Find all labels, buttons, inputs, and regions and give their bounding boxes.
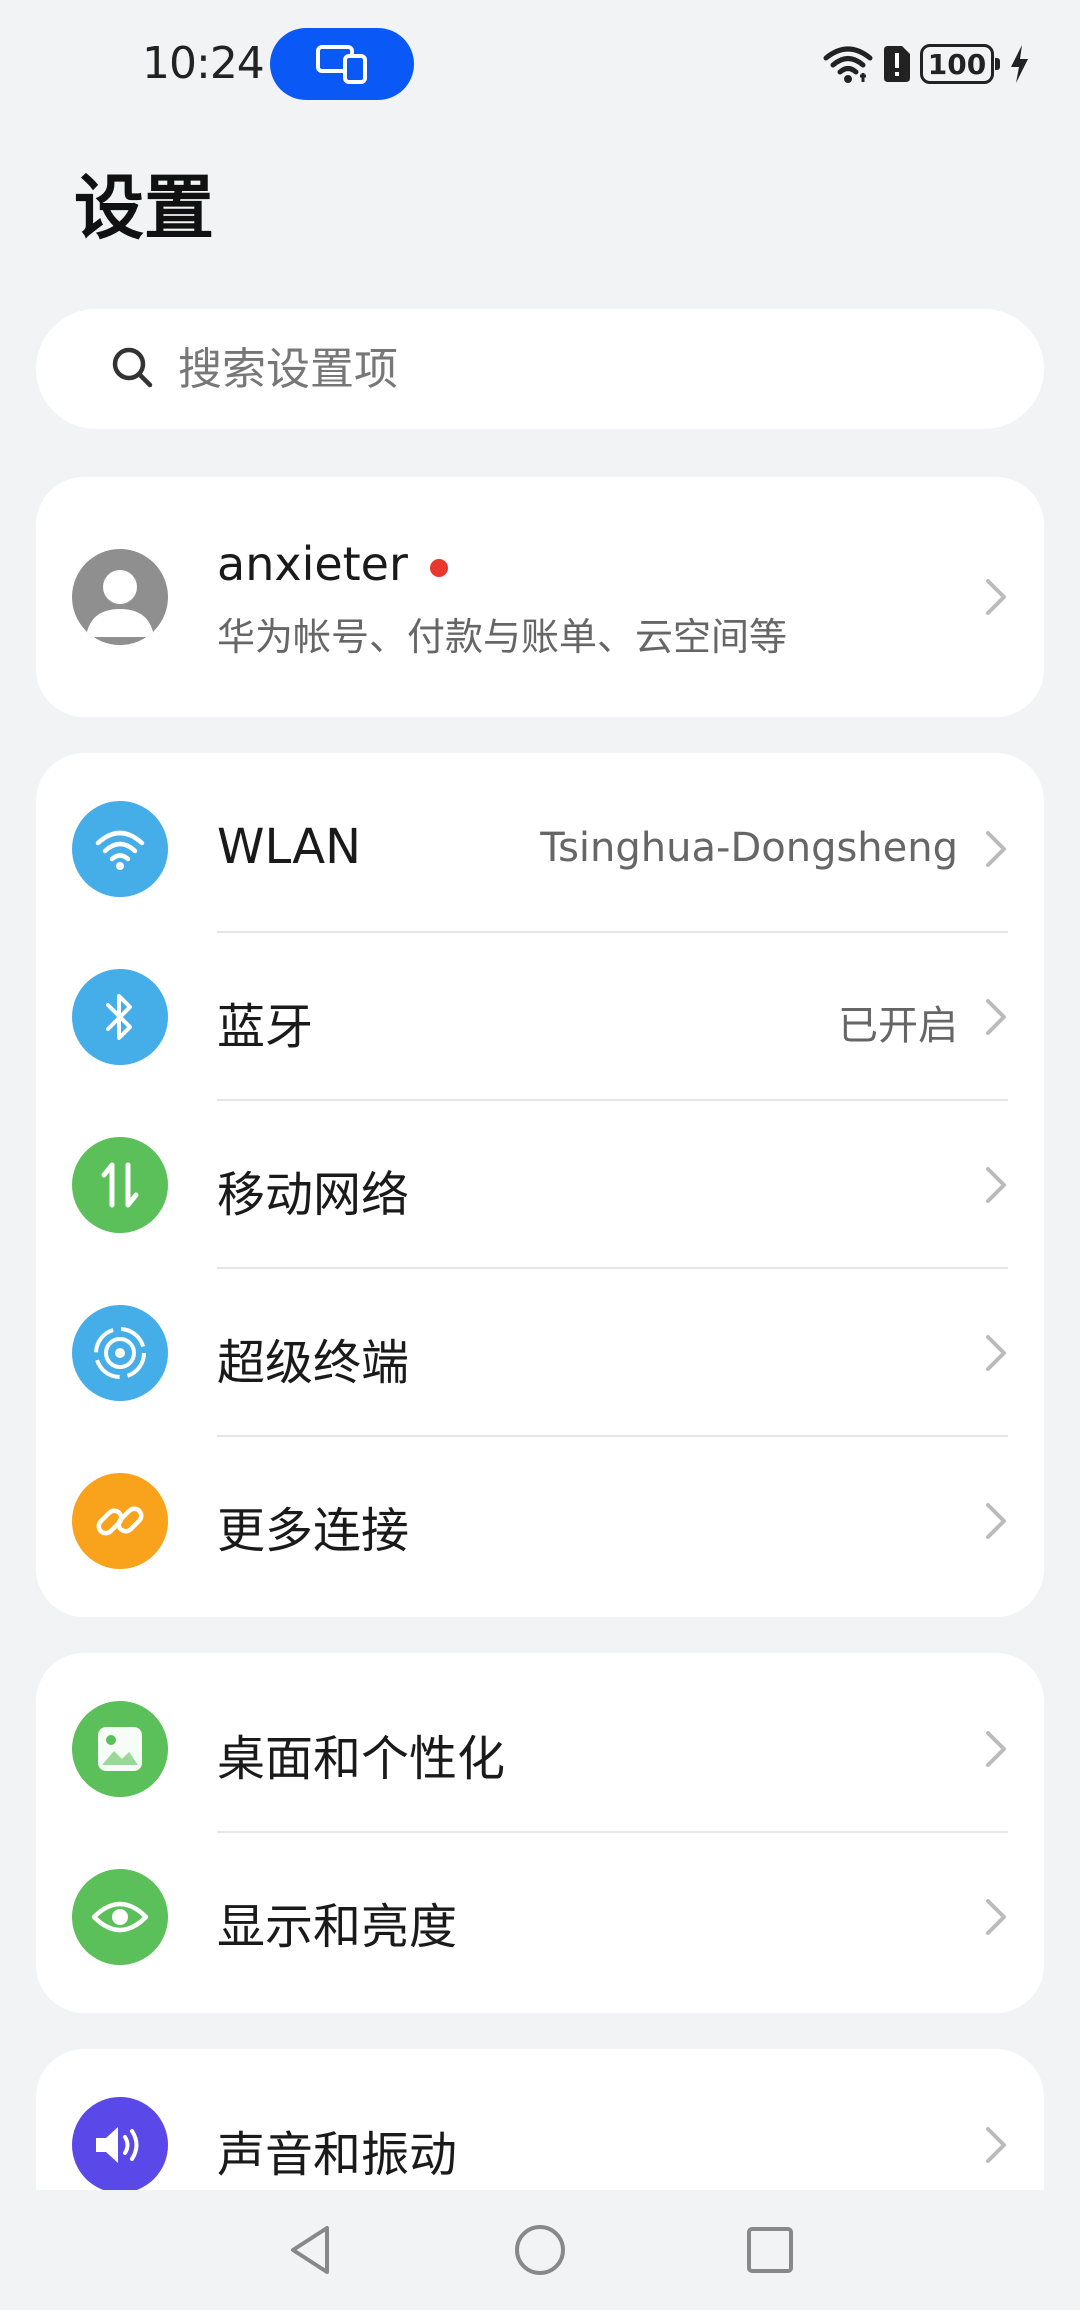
settings-item-more-connections[interactable]: 更多连接 — [36, 1437, 1044, 1605]
settings-item-value: Tsinghua-Dongsheng — [540, 825, 958, 871]
settings-item-super-device[interactable]: 超级终端 — [36, 1269, 1044, 1437]
chevron-right-icon — [986, 2127, 1006, 2163]
account-card[interactable]: anxieter 华为帐号、付款与账单、云空间等 — [36, 477, 1044, 717]
home-circle-icon — [515, 2225, 565, 2275]
settings-item-value: 已开启 — [838, 1003, 958, 1049]
multi-device-icon — [316, 45, 367, 84]
sim-alert-icon — [884, 46, 910, 82]
settings-item-label: 更多连接 — [217, 1503, 410, 1559]
settings-item-home-screen[interactable]: 桌面和个性化 — [36, 1665, 1044, 1833]
page-title: 设置 — [74, 167, 214, 249]
link-icon — [72, 1473, 168, 1569]
settings-item-mobile-network[interactable]: 移动网络 — [36, 1101, 1044, 1269]
status-bar: 10:24 100 — [0, 0, 1080, 120]
wallpaper-icon — [72, 1701, 168, 1797]
battery-level: 100 — [927, 47, 987, 81]
search-input[interactable] — [178, 343, 978, 395]
speaker-icon — [72, 2097, 168, 2193]
chevron-right-icon — [986, 579, 1006, 615]
connectivity-card: WLAN Tsinghua-Dongsheng 蓝牙 已开启 移动网络 超级终端… — [36, 753, 1044, 1617]
chevron-right-icon — [986, 999, 1006, 1035]
chevron-right-icon — [986, 1503, 1006, 1539]
super-device-icon — [72, 1305, 168, 1401]
battery-indicator: 100 — [920, 44, 1000, 84]
back-button[interactable] — [280, 2220, 340, 2280]
settings-item-label: 声音和振动 — [217, 2127, 458, 2183]
mobile-data-icon — [72, 1137, 168, 1233]
settings-screen: 10:24 100 设置 搜索设置项 anxieter 华为帐号、付款与账单、云… — [0, 0, 1080, 2310]
multi-screen-collab-pill[interactable] — [270, 28, 414, 100]
chevron-right-icon — [986, 1335, 1006, 1371]
settings-item-bluetooth[interactable]: 蓝牙 已开启 — [36, 933, 1044, 1101]
eye-icon — [72, 1869, 168, 1965]
settings-item-wlan[interactable]: WLAN Tsinghua-Dongsheng — [36, 765, 1044, 933]
recents-square-icon — [747, 2227, 793, 2273]
charging-icon — [1011, 45, 1028, 83]
status-icons: 100 — [822, 40, 1030, 88]
settings-item-display[interactable]: 显示和亮度 — [36, 1833, 1044, 2001]
settings-item-label: 移动网络 — [217, 1167, 410, 1223]
chevron-right-icon — [986, 831, 1006, 867]
chevron-right-icon — [986, 1899, 1006, 1935]
search-icon — [112, 347, 153, 388]
settings-item-label: 显示和亮度 — [217, 1899, 458, 1955]
chevron-right-icon — [986, 1167, 1006, 1203]
search-bar[interactable] — [36, 309, 1044, 429]
display-card: 桌面和个性化 显示和亮度 — [36, 1653, 1044, 2013]
settings-item-label: 超级终端 — [217, 1335, 410, 1391]
navigation-bar — [0, 2190, 1080, 2310]
recents-button[interactable] — [740, 2220, 800, 2280]
bluetooth-icon — [72, 969, 168, 1065]
account-name: anxieter — [217, 537, 408, 591]
status-time: 10:24 — [142, 38, 265, 89]
account-subtitle: 华为帐号、付款与账单、云空间等 — [217, 615, 788, 659]
avatar — [72, 549, 168, 645]
settings-item-label: 蓝牙 — [217, 999, 314, 1055]
default-avatar-icon — [86, 570, 154, 637]
chevron-right-icon — [986, 1731, 1006, 1767]
wifi-status-icon — [823, 46, 873, 83]
settings-item-label: 桌面和个性化 — [217, 1731, 506, 1787]
back-triangle-icon — [291, 2226, 329, 2274]
settings-item-label: WLAN — [217, 819, 362, 875]
notification-dot — [430, 559, 448, 577]
wifi-icon — [72, 801, 168, 897]
home-button[interactable] — [510, 2220, 570, 2280]
